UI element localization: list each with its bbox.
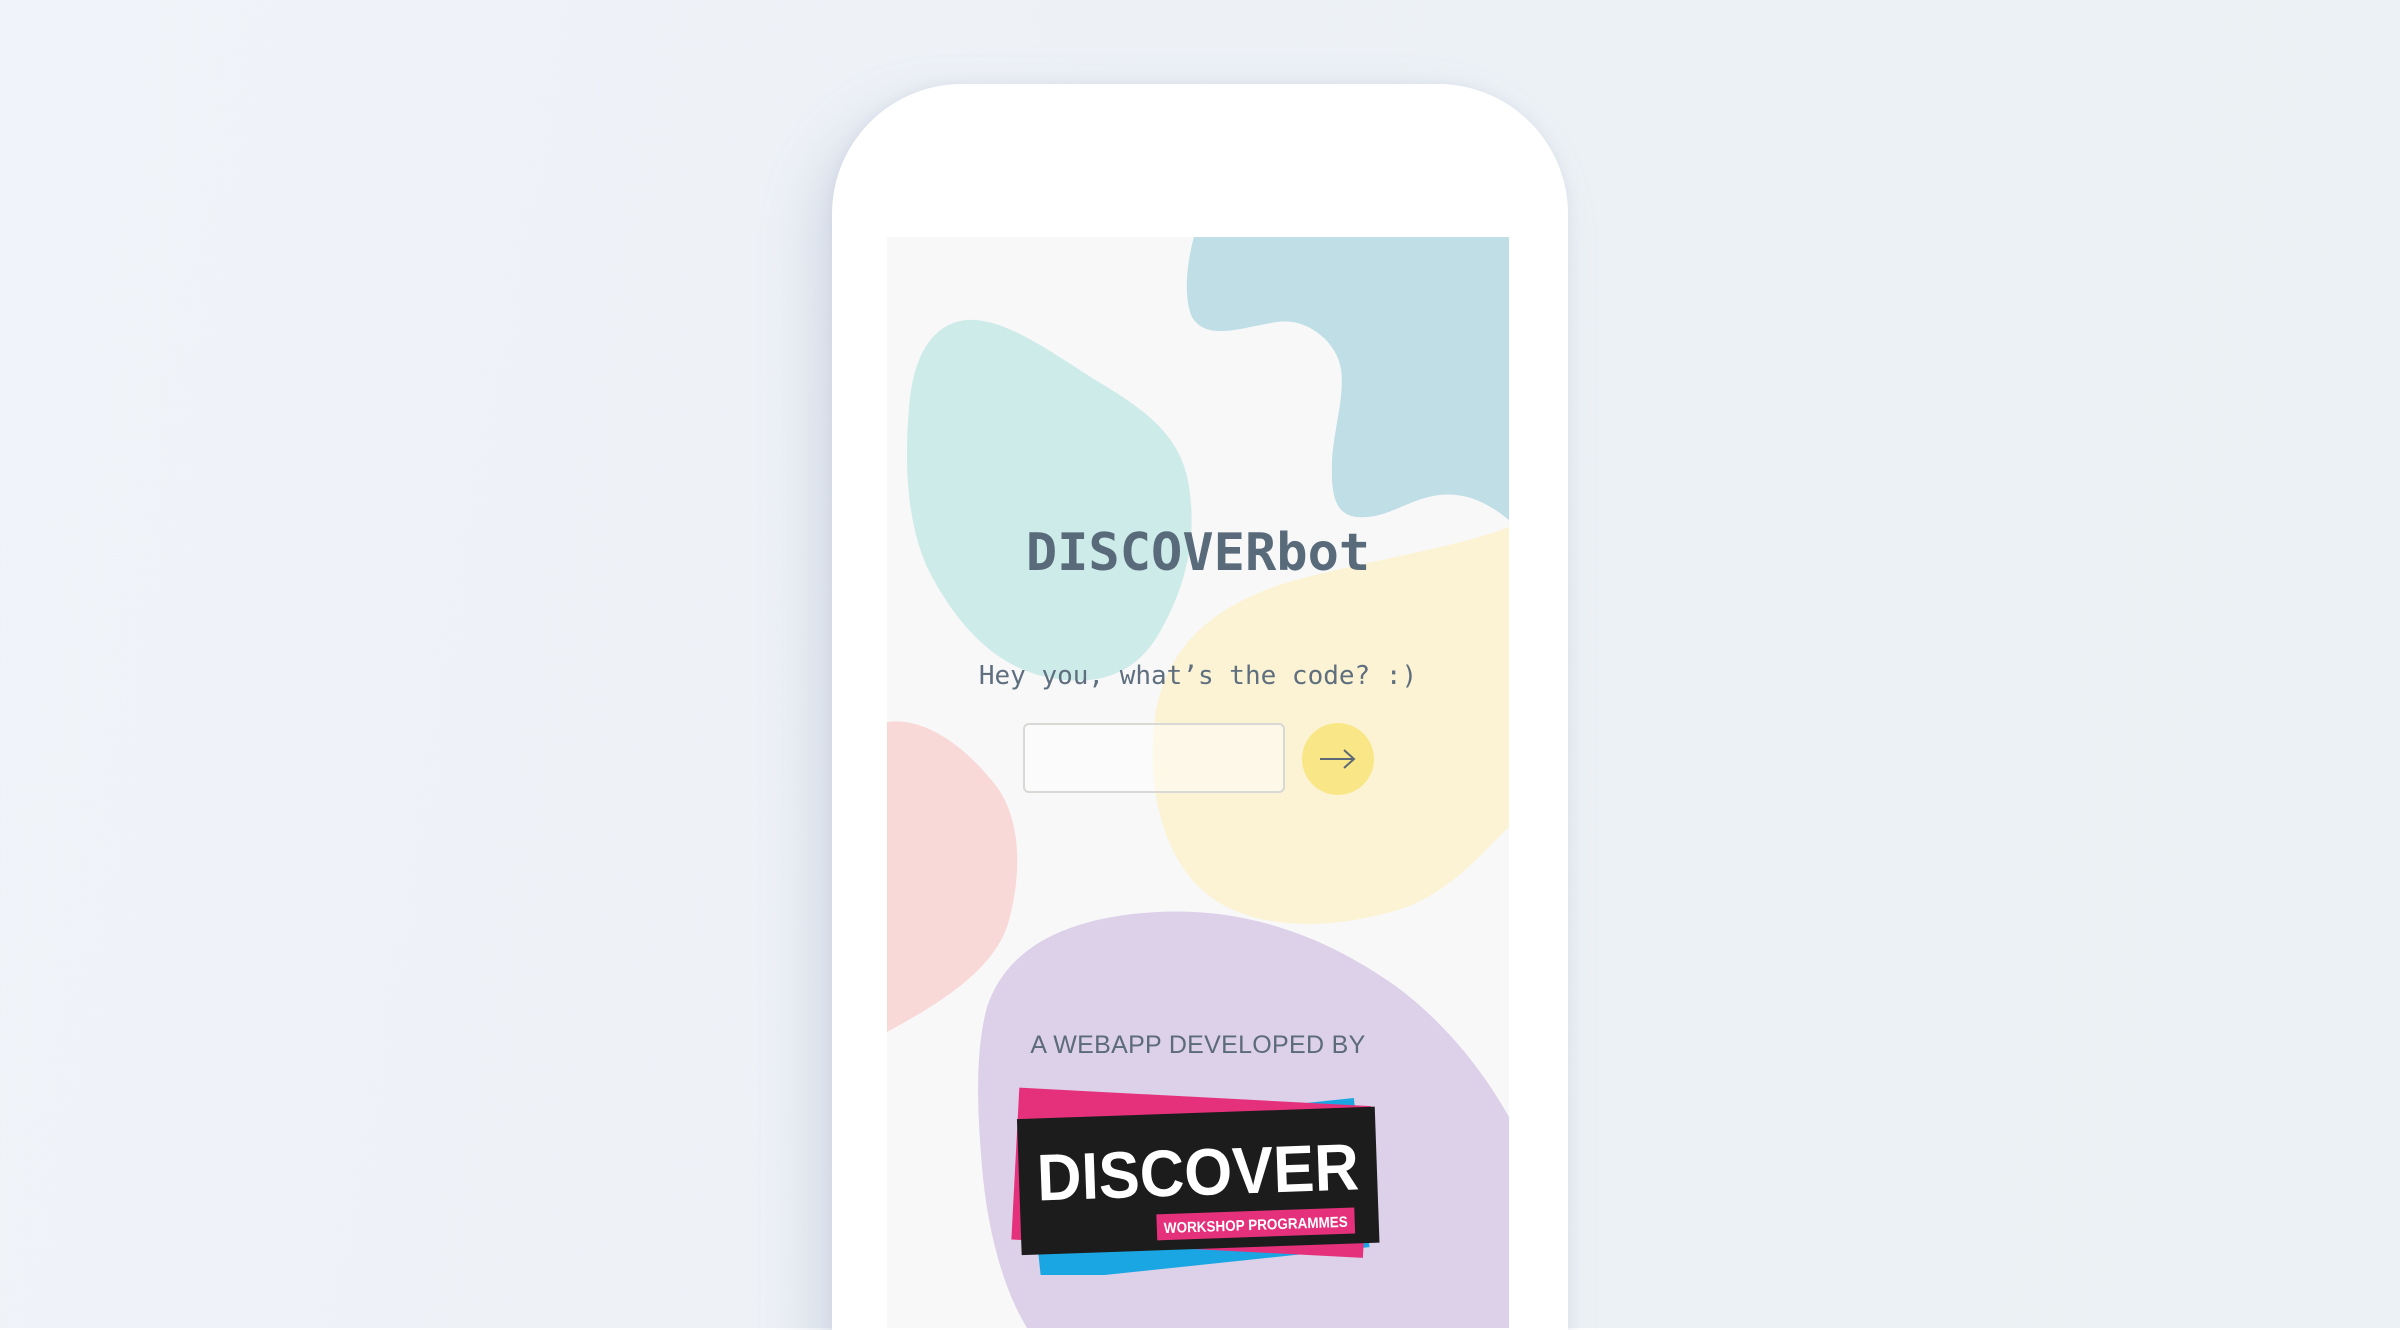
discover-logo: DISCOVER WORKSHOP PROGRAMMES xyxy=(1011,1087,1380,1275)
code-input[interactable] xyxy=(1023,723,1285,793)
submit-button[interactable] xyxy=(1302,723,1374,795)
arrow-right-icon xyxy=(1320,749,1356,769)
app-title: DISCOVERbot xyxy=(1025,523,1371,583)
phone-screen: DISCOVERbot Hey you, what’s the code? :)… xyxy=(887,237,1509,1328)
mint-blob xyxy=(906,319,1192,681)
blue-blob xyxy=(1186,237,1509,520)
developer-credit: A WEBAPP DEVELOPED BY xyxy=(1030,1031,1366,1059)
code-prompt: Hey you, what’s the code? :) xyxy=(978,661,1418,691)
logo-main-text: DISCOVER xyxy=(1036,1129,1360,1214)
